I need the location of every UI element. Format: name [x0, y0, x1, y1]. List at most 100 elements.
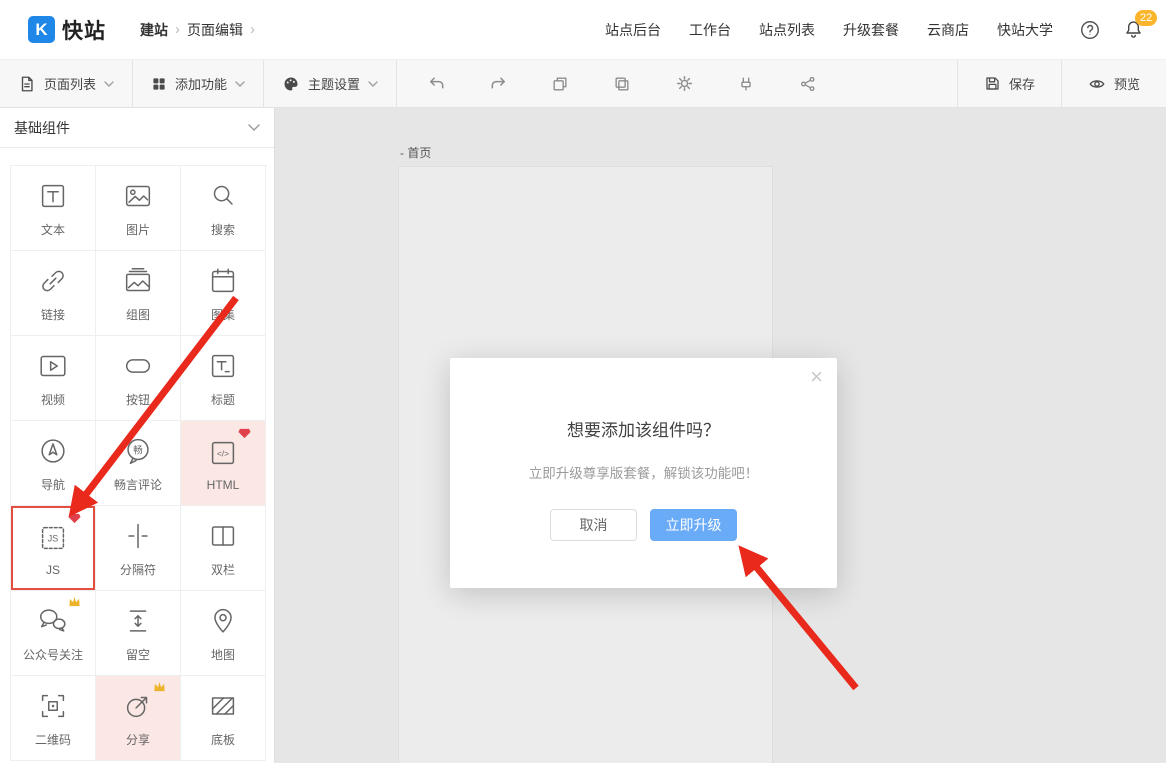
component-js[interactable]: JSJS	[11, 506, 96, 591]
component-label: 图集	[211, 306, 235, 323]
component-gallery[interactable]: 组图	[96, 251, 181, 336]
component-label: 畅言评论	[114, 476, 162, 493]
save-label: 保存	[1009, 74, 1035, 93]
plugin-button[interactable]	[715, 60, 777, 108]
help-icon	[1079, 19, 1101, 41]
component-comment[interactable]: 畅畅言评论	[96, 421, 181, 506]
cancel-button[interactable]: 取消	[550, 509, 637, 541]
duplicate-icon	[551, 75, 569, 93]
brand-logo[interactable]: K 快站	[28, 15, 106, 45]
eye-icon	[1088, 75, 1106, 93]
add-feature-dropdown[interactable]: 添加功能	[133, 60, 264, 107]
component-label: 分隔符	[120, 561, 156, 578]
share-page-button[interactable]	[777, 60, 839, 108]
share-icon	[799, 75, 817, 93]
editor-toolbar: 页面列表 添加功能 主题设置	[0, 60, 1166, 108]
svg-text:JS: JS	[48, 533, 58, 543]
chevron-down-icon	[104, 81, 114, 87]
vip-crown-badge	[68, 596, 81, 607]
map-icon	[206, 603, 240, 639]
component-qrcode[interactable]: 二维码	[11, 676, 96, 761]
nav-upgrade-plan[interactable]: 升级套餐	[843, 20, 899, 40]
component-spacer[interactable]: 留空	[96, 591, 181, 676]
search-icon	[206, 178, 240, 214]
component-map[interactable]: 地图	[181, 591, 266, 676]
redo-button[interactable]	[467, 60, 529, 108]
breadcrumb-site-builder[interactable]: 建站	[140, 20, 168, 40]
component-label: 按钮	[126, 391, 150, 408]
copy-button[interactable]	[591, 60, 653, 108]
breadcrumb-page-editor[interactable]: 页面编辑	[187, 20, 243, 40]
component-label: 视频	[41, 391, 65, 408]
divider-icon	[121, 518, 155, 554]
chevron-right-icon: ›	[175, 21, 180, 38]
header-nav: 站点后台 工作台 站点列表 升级套餐 云商店 快站大学	[577, 20, 1053, 40]
nav-site-list[interactable]: 站点列表	[759, 20, 815, 40]
svg-text:畅: 畅	[133, 444, 142, 456]
component-button[interactable]: 按钮	[96, 336, 181, 421]
nav-cloud-store[interactable]: 云商店	[927, 20, 969, 40]
component-text[interactable]: 文本	[11, 166, 96, 251]
component-video[interactable]: 视频	[11, 336, 96, 421]
breadcrumb: 建站 › 页面编辑 ›	[140, 20, 255, 40]
undo-button[interactable]	[405, 60, 467, 108]
settings-button[interactable]	[653, 60, 715, 108]
top-header: K 快站 建站 › 页面编辑 › 站点后台工作台站点列表升级套餐云商店快站大学 …	[0, 0, 1166, 60]
component-label: 图片	[126, 221, 150, 238]
component-wechat-follow[interactable]: 公众号关注	[11, 591, 96, 676]
spacer-icon	[121, 603, 155, 639]
theme-settings-dropdown[interactable]: 主题设置	[264, 60, 397, 107]
component-label: 标题	[211, 391, 235, 408]
component-search[interactable]: 搜索	[181, 166, 266, 251]
component-columns[interactable]: 双栏	[181, 506, 266, 591]
qrcode-icon	[36, 688, 70, 724]
page-list-icon	[18, 75, 36, 93]
page-list-dropdown[interactable]: 页面列表	[0, 60, 133, 107]
wechat-follow-icon	[36, 603, 70, 639]
upgrade-button[interactable]: 立即升级	[650, 509, 737, 541]
nav-site-admin[interactable]: 站点后台	[605, 20, 661, 40]
component-heading[interactable]: 标题	[181, 336, 266, 421]
chevron-down-icon	[235, 81, 245, 87]
js-icon: JS	[36, 520, 70, 556]
save-button[interactable]: 保存	[957, 60, 1061, 107]
notifications-button[interactable]: 22	[1123, 19, 1144, 40]
component-grid: 文本图片搜索链接组图图集视频按钮标题导航畅畅言评论</>HTMLJSJS分隔符双…	[10, 165, 267, 761]
component-label: 双栏	[211, 561, 235, 578]
component-label: 公众号关注	[23, 646, 83, 663]
comment-icon: 畅	[121, 433, 155, 469]
component-label: 底板	[211, 731, 235, 748]
component-label: 留空	[126, 646, 150, 663]
component-html[interactable]: </>HTML	[181, 421, 266, 506]
copy-icon	[613, 75, 631, 93]
page-name-label: - 首页	[400, 144, 431, 161]
add-feature-label: 添加功能	[175, 74, 227, 93]
vip-gem-badge	[238, 428, 251, 439]
component-pattern[interactable]: 底板	[181, 676, 266, 761]
theme-palette-icon	[282, 75, 300, 93]
text-icon	[36, 178, 70, 214]
help-button[interactable]	[1079, 19, 1101, 41]
component-share[interactable]: 分享	[96, 676, 181, 761]
button-icon	[121, 348, 155, 384]
component-label: 组图	[126, 306, 150, 323]
component-divider[interactable]: 分隔符	[96, 506, 181, 591]
nav-workbench[interactable]: 工作台	[689, 20, 731, 40]
component-nav[interactable]: 导航	[11, 421, 96, 506]
component-image[interactable]: 图片	[96, 166, 181, 251]
preview-button[interactable]: 预览	[1061, 60, 1166, 107]
gear-icon	[675, 74, 694, 93]
dialog-buttons: 取消 立即升级	[450, 509, 837, 541]
component-link[interactable]: 链接	[11, 251, 96, 336]
vip-crown-badge	[153, 681, 166, 692]
nav-kuaizhan-academy[interactable]: 快站大学	[997, 20, 1053, 40]
component-label: 链接	[41, 306, 65, 323]
dialog-subtitle: 立即升级尊享版套餐，解锁该功能吧！	[450, 462, 837, 482]
component-label: 地图	[211, 646, 235, 663]
duplicate-button[interactable]	[529, 60, 591, 108]
save-icon	[984, 75, 1001, 92]
component-album[interactable]: 图集	[181, 251, 266, 336]
close-icon[interactable]: ×	[810, 366, 823, 388]
basic-components-section-header[interactable]: 基础组件	[0, 108, 274, 148]
pattern-icon	[206, 688, 240, 724]
